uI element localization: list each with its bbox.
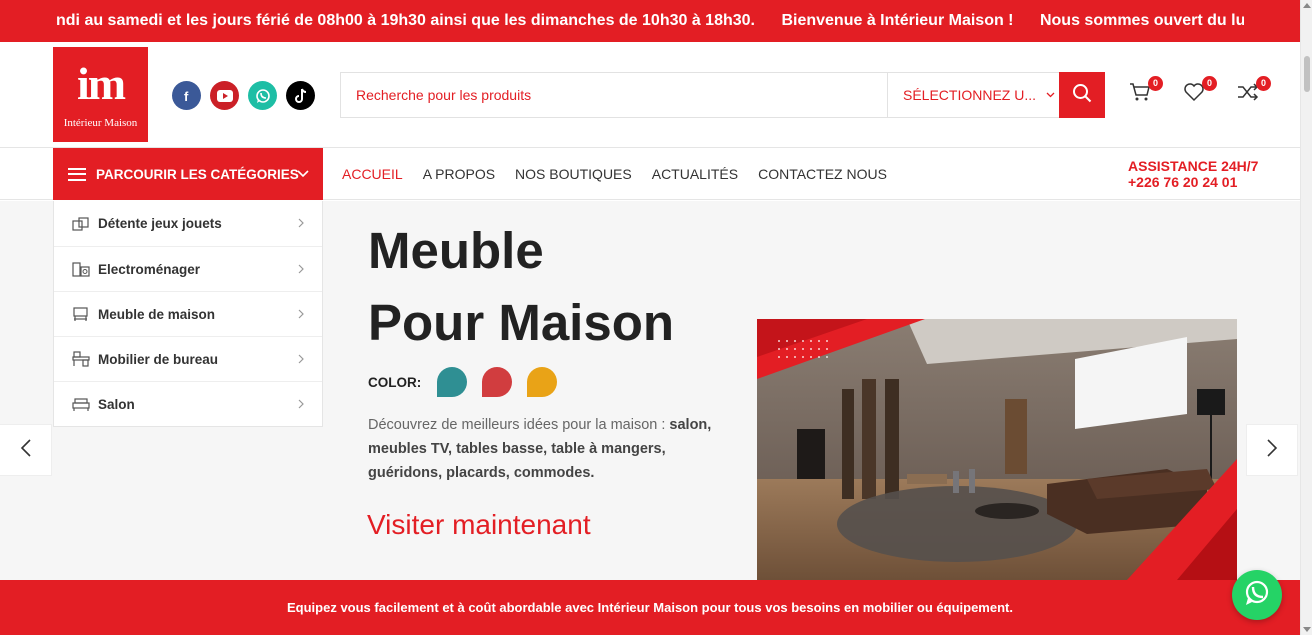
header-actions: 0 0 0 [1128,76,1271,106]
nav-actualites[interactable]: ACTUALITÉS [652,166,738,182]
categories-menu: Détente jeux jouets Electroménager Meubl [53,201,323,427]
compare-button[interactable]: 0 [1236,76,1271,106]
whatsapp-icon [1242,578,1272,613]
hero-title: Meuble Pour Maison [368,215,674,359]
hero-title-line-2: Pour Maison [368,294,675,351]
visit-now-link[interactable]: Visiter maintenant [367,509,591,541]
search-icon [1072,83,1092,108]
category-label: Meuble de maison [98,306,216,322]
main-menu: ACCUEIL A PROPOS NOS BOUTIQUES ACTUALITÉ… [342,148,887,200]
logo-mark: im [76,58,126,109]
chevron-right-icon [298,396,304,412]
category-item-mobilier-de-bureau[interactable]: Mobilier de bureau [54,336,322,381]
category-label: Détente jeux jouets [98,216,222,231]
hero-description: Découvrez de meilleurs idées pour la mai… [368,413,738,485]
office-furniture-icon [71,351,91,367]
facebook-icon[interactable]: f [172,81,201,110]
chevron-right-icon [1266,438,1278,462]
toys-icon [71,216,91,232]
category-item-electromenager[interactable]: Electroménager [54,246,322,291]
assistance-label: ASSISTANCE 24H/7 [1128,158,1259,174]
nav-a-propos[interactable]: A PROPOS [423,166,495,182]
nav-contactez-nous[interactable]: CONTACTEZ NOUS [758,166,887,182]
menu-icon [68,167,86,181]
chevron-right-icon [298,261,304,277]
cart-count-badge: 0 [1148,76,1163,91]
chevron-right-icon [298,351,304,367]
page: ndi au samedi et les jours férié de 08h0… [0,0,1312,635]
appliance-icon [71,261,91,277]
whatsapp-icon[interactable] [248,81,277,110]
announcement-text-3: Nous sommes ouvert du lu [1039,12,1244,29]
color-swatch-teal[interactable] [437,367,468,397]
chevron-right-icon [298,215,304,231]
wishlist-button[interactable]: 0 [1182,76,1217,106]
category-select[interactable]: SÉLECTIONNEZ U... [887,73,1059,117]
hero-description-intro: Découvrez de meilleurs idées pour la mai… [368,417,670,433]
category-select-label: SÉLECTIONNEZ U... [903,87,1037,103]
nav-nos-boutiques[interactable]: NOS BOUTIQUES [515,166,632,182]
announcement-bar: ndi au samedi et les jours férié de 08h0… [0,0,1300,42]
slider-prev-button[interactable] [0,424,52,476]
browse-categories-button[interactable]: PARCOURIR LES CATÉGORIES [53,148,323,200]
scroll-up-icon[interactable] [1303,3,1311,8]
search-button[interactable] [1059,72,1105,118]
hero-slider: Détente jeux jouets Electroménager Meubl [0,201,1300,580]
chevron-left-icon [20,438,32,462]
logo-name: Intérieur Maison [63,117,138,129]
chevron-down-icon [1046,90,1055,101]
site-logo[interactable]: im Intérieur Maison [53,47,148,142]
nav-accueil[interactable]: ACCUEIL [342,166,403,182]
svg-text:f: f [184,89,189,103]
category-item-meuble-de-maison[interactable]: Meuble de maison [54,291,322,336]
whatsapp-chat-button[interactable] [1232,570,1282,620]
chevron-down-icon [297,166,309,181]
hero-image [757,319,1237,580]
category-label: Salon [98,396,135,412]
compare-count-badge: 0 [1256,76,1271,91]
furniture-icon [71,306,91,322]
announcement-marquee: ndi au samedi et les jours férié de 08h0… [56,0,1244,42]
category-item-detente-jeux-jouets[interactable]: Détente jeux jouets [54,201,322,246]
browse-categories-label: PARCOURIR LES CATÉGORIES [96,166,299,182]
slider-next-button[interactable] [1246,424,1298,476]
hero-title-line-1: Meuble [368,222,544,279]
salon-icon [71,396,91,412]
announcement-text-2: Bienvenue à Intérieur Maison ! [781,12,1014,29]
cart-button[interactable]: 0 [1128,76,1163,106]
navigation-bar: PARCOURIR LES CATÉGORIES ACCUEIL A PROPO… [0,148,1300,200]
site-header: im Intérieur Maison f SÉLECTIONNEZ U... [0,42,1300,148]
scrollbar-thumb[interactable] [1304,56,1310,92]
tiktok-icon[interactable] [286,81,315,110]
search-bar: SÉLECTIONNEZ U... [340,72,1105,118]
announcement-text-1: ndi au samedi et les jours férié de 08h0… [56,12,755,29]
scroll-down-icon[interactable] [1303,627,1311,632]
page-scrollbar[interactable] [1300,0,1312,635]
assistance-phone: +226 76 20 24 01 [1128,174,1238,190]
color-swatch-orange[interactable] [527,367,558,397]
youtube-icon[interactable] [210,81,239,110]
category-item-salon[interactable]: Salon [54,381,322,426]
assistance-info[interactable]: ASSISTANCE 24H/7 +226 76 20 24 01 [1128,158,1258,190]
search-input[interactable] [341,73,887,117]
category-label: Mobilier de bureau [98,351,219,367]
chevron-right-icon [298,306,304,322]
color-options: COLOR: [368,367,572,397]
promo-banner: Equipez vous facilement et à coût aborda… [0,580,1300,635]
color-swatch-red[interactable] [482,367,513,397]
category-label: Electroménager [98,261,201,277]
color-label: COLOR: [368,374,422,390]
wishlist-count-badge: 0 [1202,76,1217,91]
social-links: f [172,81,315,110]
